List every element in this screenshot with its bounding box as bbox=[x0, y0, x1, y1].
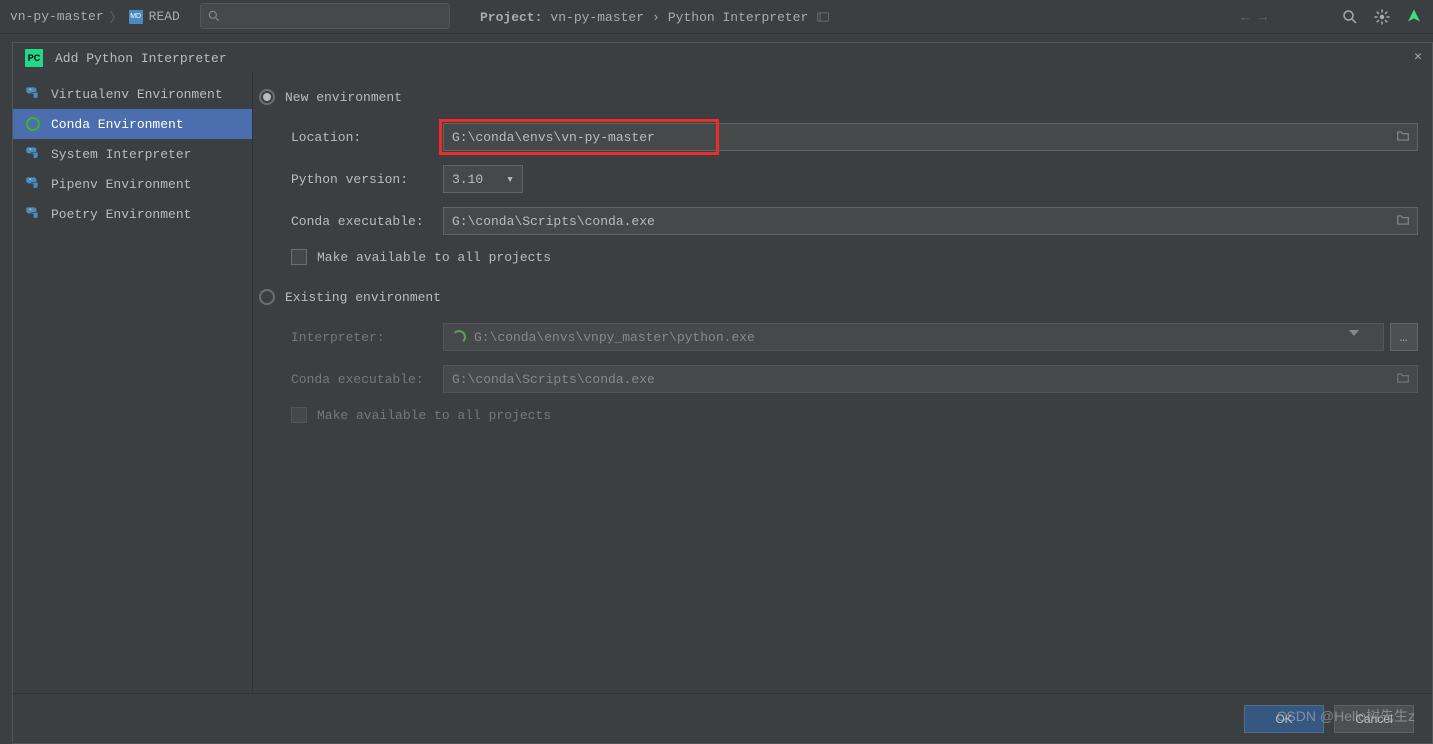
radio-icon bbox=[259, 289, 275, 305]
conda-exec-value: G:\conda\Scripts\conda.exe bbox=[452, 214, 655, 229]
add-interpreter-dialog: PC Add Python Interpreter ✕ Virtualenv E… bbox=[12, 42, 1433, 744]
sidebar-item-conda[interactable]: Conda Environment bbox=[13, 109, 252, 139]
nav-forward-icon[interactable]: → bbox=[1259, 10, 1267, 25]
close-icon[interactable]: ✕ bbox=[1414, 49, 1422, 64]
project-name: vn-py-master bbox=[550, 10, 644, 25]
conda-exec-label-2: Conda executable: bbox=[291, 372, 443, 387]
breadcrumb-sep: › bbox=[652, 10, 660, 25]
search-icon[interactable] bbox=[1341, 8, 1359, 26]
radio-label: Existing environment bbox=[285, 290, 441, 305]
conda-icon bbox=[25, 116, 41, 132]
search-input[interactable] bbox=[200, 3, 450, 29]
interpreter-value: G:\conda\envs\vnpy_master\python.exe bbox=[474, 330, 755, 345]
markdown-icon: MD bbox=[129, 10, 143, 24]
make-available-checkbox[interactable]: Make available to all projects bbox=[291, 249, 1418, 265]
sidebar-item-virtualenv[interactable]: Virtualenv Environment bbox=[13, 79, 252, 109]
python-icon bbox=[25, 176, 41, 192]
radio-label: New environment bbox=[285, 90, 402, 105]
location-value: G:\conda\envs\vn-py-master bbox=[452, 130, 655, 145]
checkbox-label: Make available to all projects bbox=[317, 250, 551, 265]
pyversion-value: 3.10 bbox=[452, 172, 483, 187]
chevron-down-icon: ▾ bbox=[506, 172, 514, 187]
folder-icon[interactable] bbox=[1395, 213, 1411, 227]
pyversion-label: Python version: bbox=[291, 172, 443, 187]
ok-button[interactable]: OK bbox=[1244, 705, 1324, 733]
spinner-icon bbox=[452, 330, 466, 344]
conda-exec-input[interactable]: G:\conda\Scripts\conda.exe bbox=[443, 207, 1418, 235]
chevron-down-icon bbox=[1349, 330, 1359, 336]
conda-exec-value-2: G:\conda\Scripts\conda.exe bbox=[452, 372, 655, 387]
project-label: Project: bbox=[480, 10, 542, 25]
interpreter-dropdown: G:\conda\envs\vnpy_master\python.exe bbox=[443, 323, 1384, 351]
dialog-header: PC Add Python Interpreter ✕ bbox=[13, 43, 1432, 73]
breadcrumb-project[interactable]: vn-py-master bbox=[10, 9, 104, 24]
radio-existing-environment[interactable]: Existing environment bbox=[259, 283, 1418, 311]
breadcrumb-file[interactable]: READ bbox=[149, 9, 180, 24]
folder-icon bbox=[1395, 371, 1411, 385]
sidebar-item-label: Conda Environment bbox=[51, 117, 184, 132]
python-icon bbox=[25, 146, 41, 162]
sidebar-item-label: Pipenv Environment bbox=[51, 177, 191, 192]
location-label: Location: bbox=[291, 130, 443, 145]
project-breadcrumb: Project: vn-py-master › Python Interpret… bbox=[480, 0, 830, 34]
checkbox-label: Make available to all projects bbox=[317, 408, 551, 423]
checkbox-icon bbox=[291, 249, 307, 265]
cancel-button[interactable]: Cancel bbox=[1334, 705, 1414, 733]
sidebar-item-label: System Interpreter bbox=[51, 147, 191, 162]
project-section[interactable]: Python Interpreter bbox=[668, 10, 808, 25]
chevron-right-icon: 〉 bbox=[110, 7, 123, 26]
settings-small-icon[interactable] bbox=[816, 10, 830, 24]
sidebar-item-label: Virtualenv Environment bbox=[51, 87, 223, 102]
sidebar: Virtualenv Environment Conda Environment… bbox=[13, 73, 253, 693]
sidebar-item-pipenv[interactable]: Pipenv Environment bbox=[13, 169, 252, 199]
python-icon bbox=[25, 86, 41, 102]
make-available-checkbox-2: Make available to all projects bbox=[291, 407, 1418, 423]
location-input[interactable]: G:\conda\envs\vn-py-master bbox=[443, 123, 1418, 151]
sidebar-item-label: Poetry Environment bbox=[51, 207, 191, 222]
space-logo-icon[interactable] bbox=[1405, 8, 1423, 26]
conda-exec-input-2: G:\conda\Scripts\conda.exe bbox=[443, 365, 1418, 393]
dialog-title: Add Python Interpreter bbox=[55, 51, 227, 66]
conda-exec-label: Conda executable: bbox=[291, 214, 443, 229]
search-icon bbox=[207, 9, 221, 23]
sidebar-item-poetry[interactable]: Poetry Environment bbox=[13, 199, 252, 229]
browse-button[interactable]: … bbox=[1390, 323, 1418, 351]
python-icon bbox=[25, 206, 41, 222]
folder-icon[interactable] bbox=[1395, 129, 1411, 143]
nav-back-icon[interactable]: ← bbox=[1241, 10, 1249, 25]
radio-new-environment[interactable]: New environment bbox=[259, 83, 1418, 111]
top-right-controls: ← → bbox=[1241, 0, 1423, 34]
interpreter-label: Interpreter: bbox=[291, 330, 443, 345]
dialog-footer: OK Cancel bbox=[13, 693, 1432, 743]
main-window-top: vn-py-master 〉 MD READ Project: vn-py-ma… bbox=[0, 0, 1433, 34]
checkbox-icon bbox=[291, 407, 307, 423]
breadcrumb: vn-py-master 〉 MD READ bbox=[0, 7, 180, 26]
pyversion-dropdown[interactable]: 3.10 ▾ bbox=[443, 165, 523, 193]
radio-icon bbox=[259, 89, 275, 105]
gear-icon[interactable] bbox=[1373, 8, 1391, 26]
sidebar-item-system[interactable]: System Interpreter bbox=[13, 139, 252, 169]
pycharm-icon: PC bbox=[25, 49, 43, 67]
content-panel: New environment Location: G:\conda\envs\… bbox=[253, 73, 1432, 693]
